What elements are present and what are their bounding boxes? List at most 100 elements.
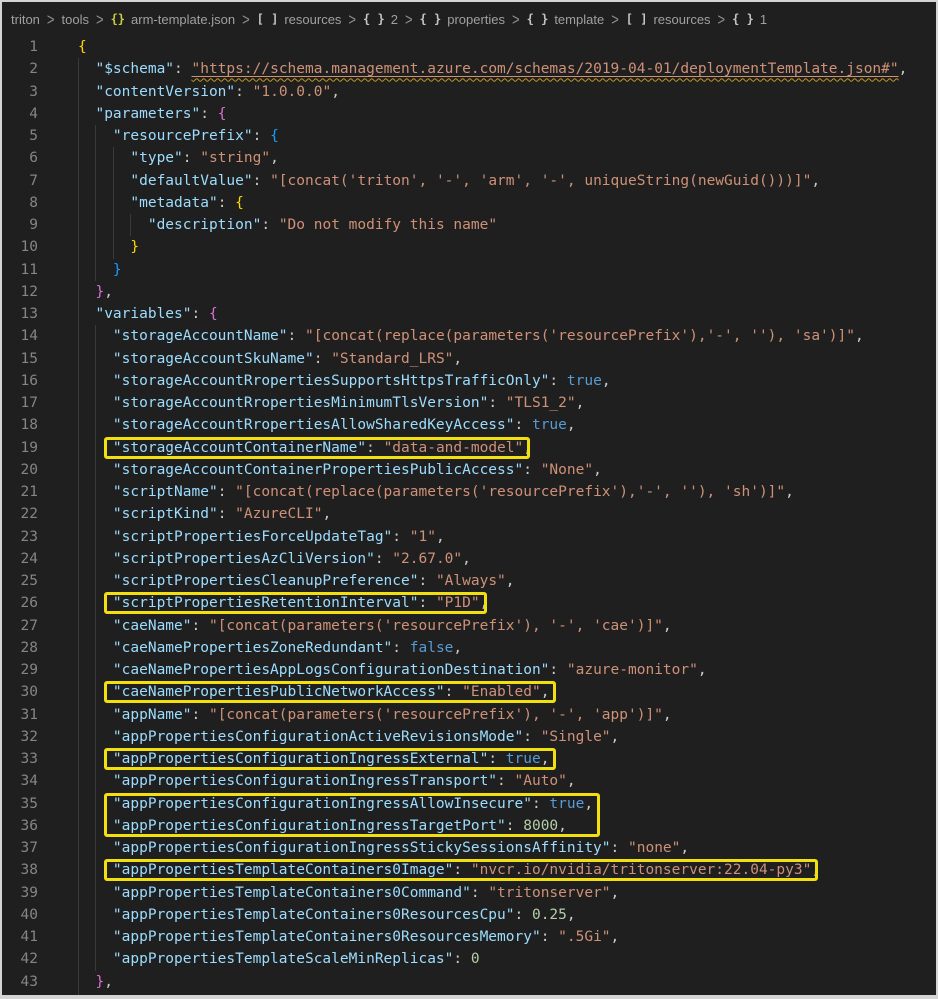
code-line-40[interactable]: 40 "appPropertiesTemplateContainers0Reso…: [2, 903, 936, 926]
indent-guide: [95, 770, 97, 793]
code-line-32[interactable]: 32 "appPropertiesConfigurationActiveRevi…: [2, 725, 936, 748]
breadcrumb-separator-icon: >: [348, 9, 357, 29]
token: "resourcePrefix": [112, 128, 253, 144]
token: ,: [462, 550, 471, 567]
code-line-24[interactable]: 24 "scriptPropertiesAzCliVersion": "2.67…: [2, 547, 936, 570]
breadcrumb-separator-icon: >: [46, 9, 55, 29]
code-line-13[interactable]: 13 "variables": {: [2, 303, 936, 326]
code-line-36[interactable]: 36 "appPropertiesConfigurationIngressTar…: [2, 814, 936, 837]
indent-guide: [78, 547, 79, 570]
code-line-30[interactable]: 30 "caeNamePropertiesPublicNetworkAccess…: [2, 681, 936, 704]
line-text: "appPropertiesTemplateScaleMinReplicas":…: [78, 948, 936, 971]
code-line-14[interactable]: 14 "storageAccountName": "[concat(replac…: [2, 325, 936, 348]
token: "tritonserver": [488, 884, 611, 901]
indent-guide: [78, 236, 79, 259]
code-line-16[interactable]: 16 "storageAccountRropertiesSupportsHttp…: [2, 369, 936, 392]
token: ,: [453, 639, 463, 656]
breadcrumb-item-properties[interactable]: { } properties: [420, 12, 506, 27]
token: "AzureCLI": [235, 506, 323, 523]
code-line-6[interactable]: 6 "type": "string",: [2, 147, 936, 170]
code-line-3[interactable]: 3 "contentVersion": "1.0.0.0",: [2, 80, 936, 103]
code-line-22[interactable]: 22 "scriptKind": "AzureCLI",: [2, 503, 936, 526]
indent-guide: [95, 236, 97, 259]
token: ,: [104, 973, 113, 990]
line-number: 35: [20, 795, 38, 812]
code-line-34[interactable]: 34 "appPropertiesConfigurationIngressTra…: [2, 770, 936, 793]
indent-guide: [78, 458, 79, 481]
line-text: "appPropertiesConfigurationIngressSticky…: [78, 837, 936, 860]
token: :: [200, 105, 218, 122]
code-line-26[interactable]: 26 "scriptPropertiesRetentionInterval": …: [2, 592, 936, 615]
code-line-39[interactable]: 39 "appPropertiesTemplateContainers0Comm…: [2, 881, 936, 904]
token: "appPropertiesConfigurationIngressSticky…: [112, 840, 611, 856]
code-line-7[interactable]: 7 "defaultValue": "[concat('triton', '-'…: [2, 169, 936, 192]
code-line-29[interactable]: 29 "caeNamePropertiesAppLogsConfiguratio…: [2, 659, 936, 682]
token: :: [444, 684, 463, 701]
code-line-27[interactable]: 27 "caeName": "[concat(parameters('resou…: [2, 614, 936, 637]
code-line-2[interactable]: 2 "$schema": "https://schema.management.…: [2, 58, 936, 81]
breadcrumb-separator-icon: >: [95, 9, 104, 29]
code-line-31[interactable]: 31 "appName": "[concat(parameters('resou…: [2, 703, 936, 726]
code-line-15[interactable]: 15 "storageAccountSkuName": "Standard_LR…: [2, 347, 936, 370]
breadcrumb-item-1[interactable]: { } 1: [732, 12, 767, 27]
code-line-25[interactable]: 25 "scriptPropertiesCleanupPreference": …: [2, 570, 936, 593]
breadcrumb-item-2[interactable]: { } 2: [363, 12, 398, 27]
code-line-20[interactable]: 20 "storageAccountContainerPropertiesPub…: [2, 458, 936, 481]
token: "TLS1_2": [505, 395, 576, 411]
code-line-19[interactable]: 19 "storageAccountContainerName": "data-…: [2, 436, 936, 459]
line-number: 17: [20, 395, 38, 411]
code-line-4[interactable]: 4 "parameters": {: [2, 102, 936, 125]
code-line-41[interactable]: 41 "appPropertiesTemplateContainers0Reso…: [2, 926, 936, 949]
indent-guide: [78, 125, 79, 148]
breadcrumb-item-template[interactable]: { } template: [527, 12, 605, 27]
code-line-38[interactable]: 38 "appPropertiesTemplateContainers0Imag…: [2, 859, 936, 882]
code-line-37[interactable]: 37 "appPropertiesConfigurationIngressSti…: [2, 837, 936, 860]
line-number: 7: [29, 172, 38, 189]
indent-guide: [112, 169, 114, 192]
token: {: [78, 39, 87, 55]
code-line-21[interactable]: 21 "scriptName": "[concat(replace(parame…: [2, 481, 936, 504]
indent-guide: [95, 481, 97, 504]
code-line-10[interactable]: 10 }: [2, 236, 936, 259]
line-text: "scriptKind": "AzureCLI",: [78, 503, 936, 526]
code-line-5[interactable]: 5 "resourcePrefix": {: [2, 125, 936, 148]
code-line-18[interactable]: 18 "storageAccountRropertiesAllowSharedK…: [2, 414, 936, 437]
code-line-1[interactable]: 1{: [2, 36, 936, 58]
token: ,: [104, 283, 113, 300]
code-line-17[interactable]: 17 "storageAccountRropertiesMinimumTlsVe…: [2, 392, 936, 415]
breadcrumb-item-resources[interactable]: [ ] resources: [626, 12, 711, 27]
editor-lines[interactable]: 1{2 "$schema": "https://schema.managemen…: [2, 36, 936, 995]
breadcrumb-item-tools[interactable]: tools: [62, 12, 89, 27]
indent-guide: [130, 214, 132, 237]
breadcrumb-item-resources[interactable]: [ ] resources: [257, 12, 342, 27]
code-line-42[interactable]: 42 "appPropertiesTemplateScaleMinReplica…: [2, 948, 936, 971]
token: :: [540, 929, 559, 945]
code-line-9[interactable]: 9 "description": "Do not modify this nam…: [2, 214, 936, 237]
indent-guide: [95, 369, 97, 392]
code-line-44[interactable]: 44 "resources": [: [2, 992, 936, 995]
indent-guide: [95, 169, 97, 192]
indent-guide: [95, 859, 97, 882]
line-text: "type": "string",: [78, 147, 936, 170]
code-line-8[interactable]: 8 "metadata": {: [2, 191, 936, 214]
code-line-12[interactable]: 12 },: [2, 280, 936, 303]
code-line-28[interactable]: 28 "caeNamePropertiesZoneRedundant": fal…: [2, 636, 936, 659]
breadcrumb-item-arm-template.json[interactable]: {} arm-template.json: [111, 12, 236, 27]
breadcrumb-label: template: [554, 11, 605, 27]
code-line-33[interactable]: 33 "appPropertiesConfigurationIngressExt…: [2, 748, 936, 771]
code-line-11[interactable]: 11 }: [2, 258, 936, 281]
code-line-43[interactable]: 43 },: [2, 970, 936, 993]
indent-guide: [78, 748, 79, 771]
code-line-23[interactable]: 23 "scriptPropertiesForceUpdateTag": "1"…: [2, 525, 936, 548]
schema-link[interactable]: "https://schema.management.azure.com/sch…: [192, 61, 899, 77]
token: ,: [584, 795, 594, 812]
indent-guide: [78, 280, 79, 303]
line-number: 32: [20, 728, 38, 745]
code-line-35[interactable]: 35 "appPropertiesConfigurationIngressAll…: [2, 792, 936, 815]
indent-guide: [95, 948, 97, 971]
token: "data-and-model": [383, 439, 524, 456]
line-text: "storageAccountSkuName": "Standard_LRS",: [78, 347, 936, 370]
breadcrumb-item-triton[interactable]: triton: [11, 12, 40, 27]
token: :: [217, 484, 236, 500]
